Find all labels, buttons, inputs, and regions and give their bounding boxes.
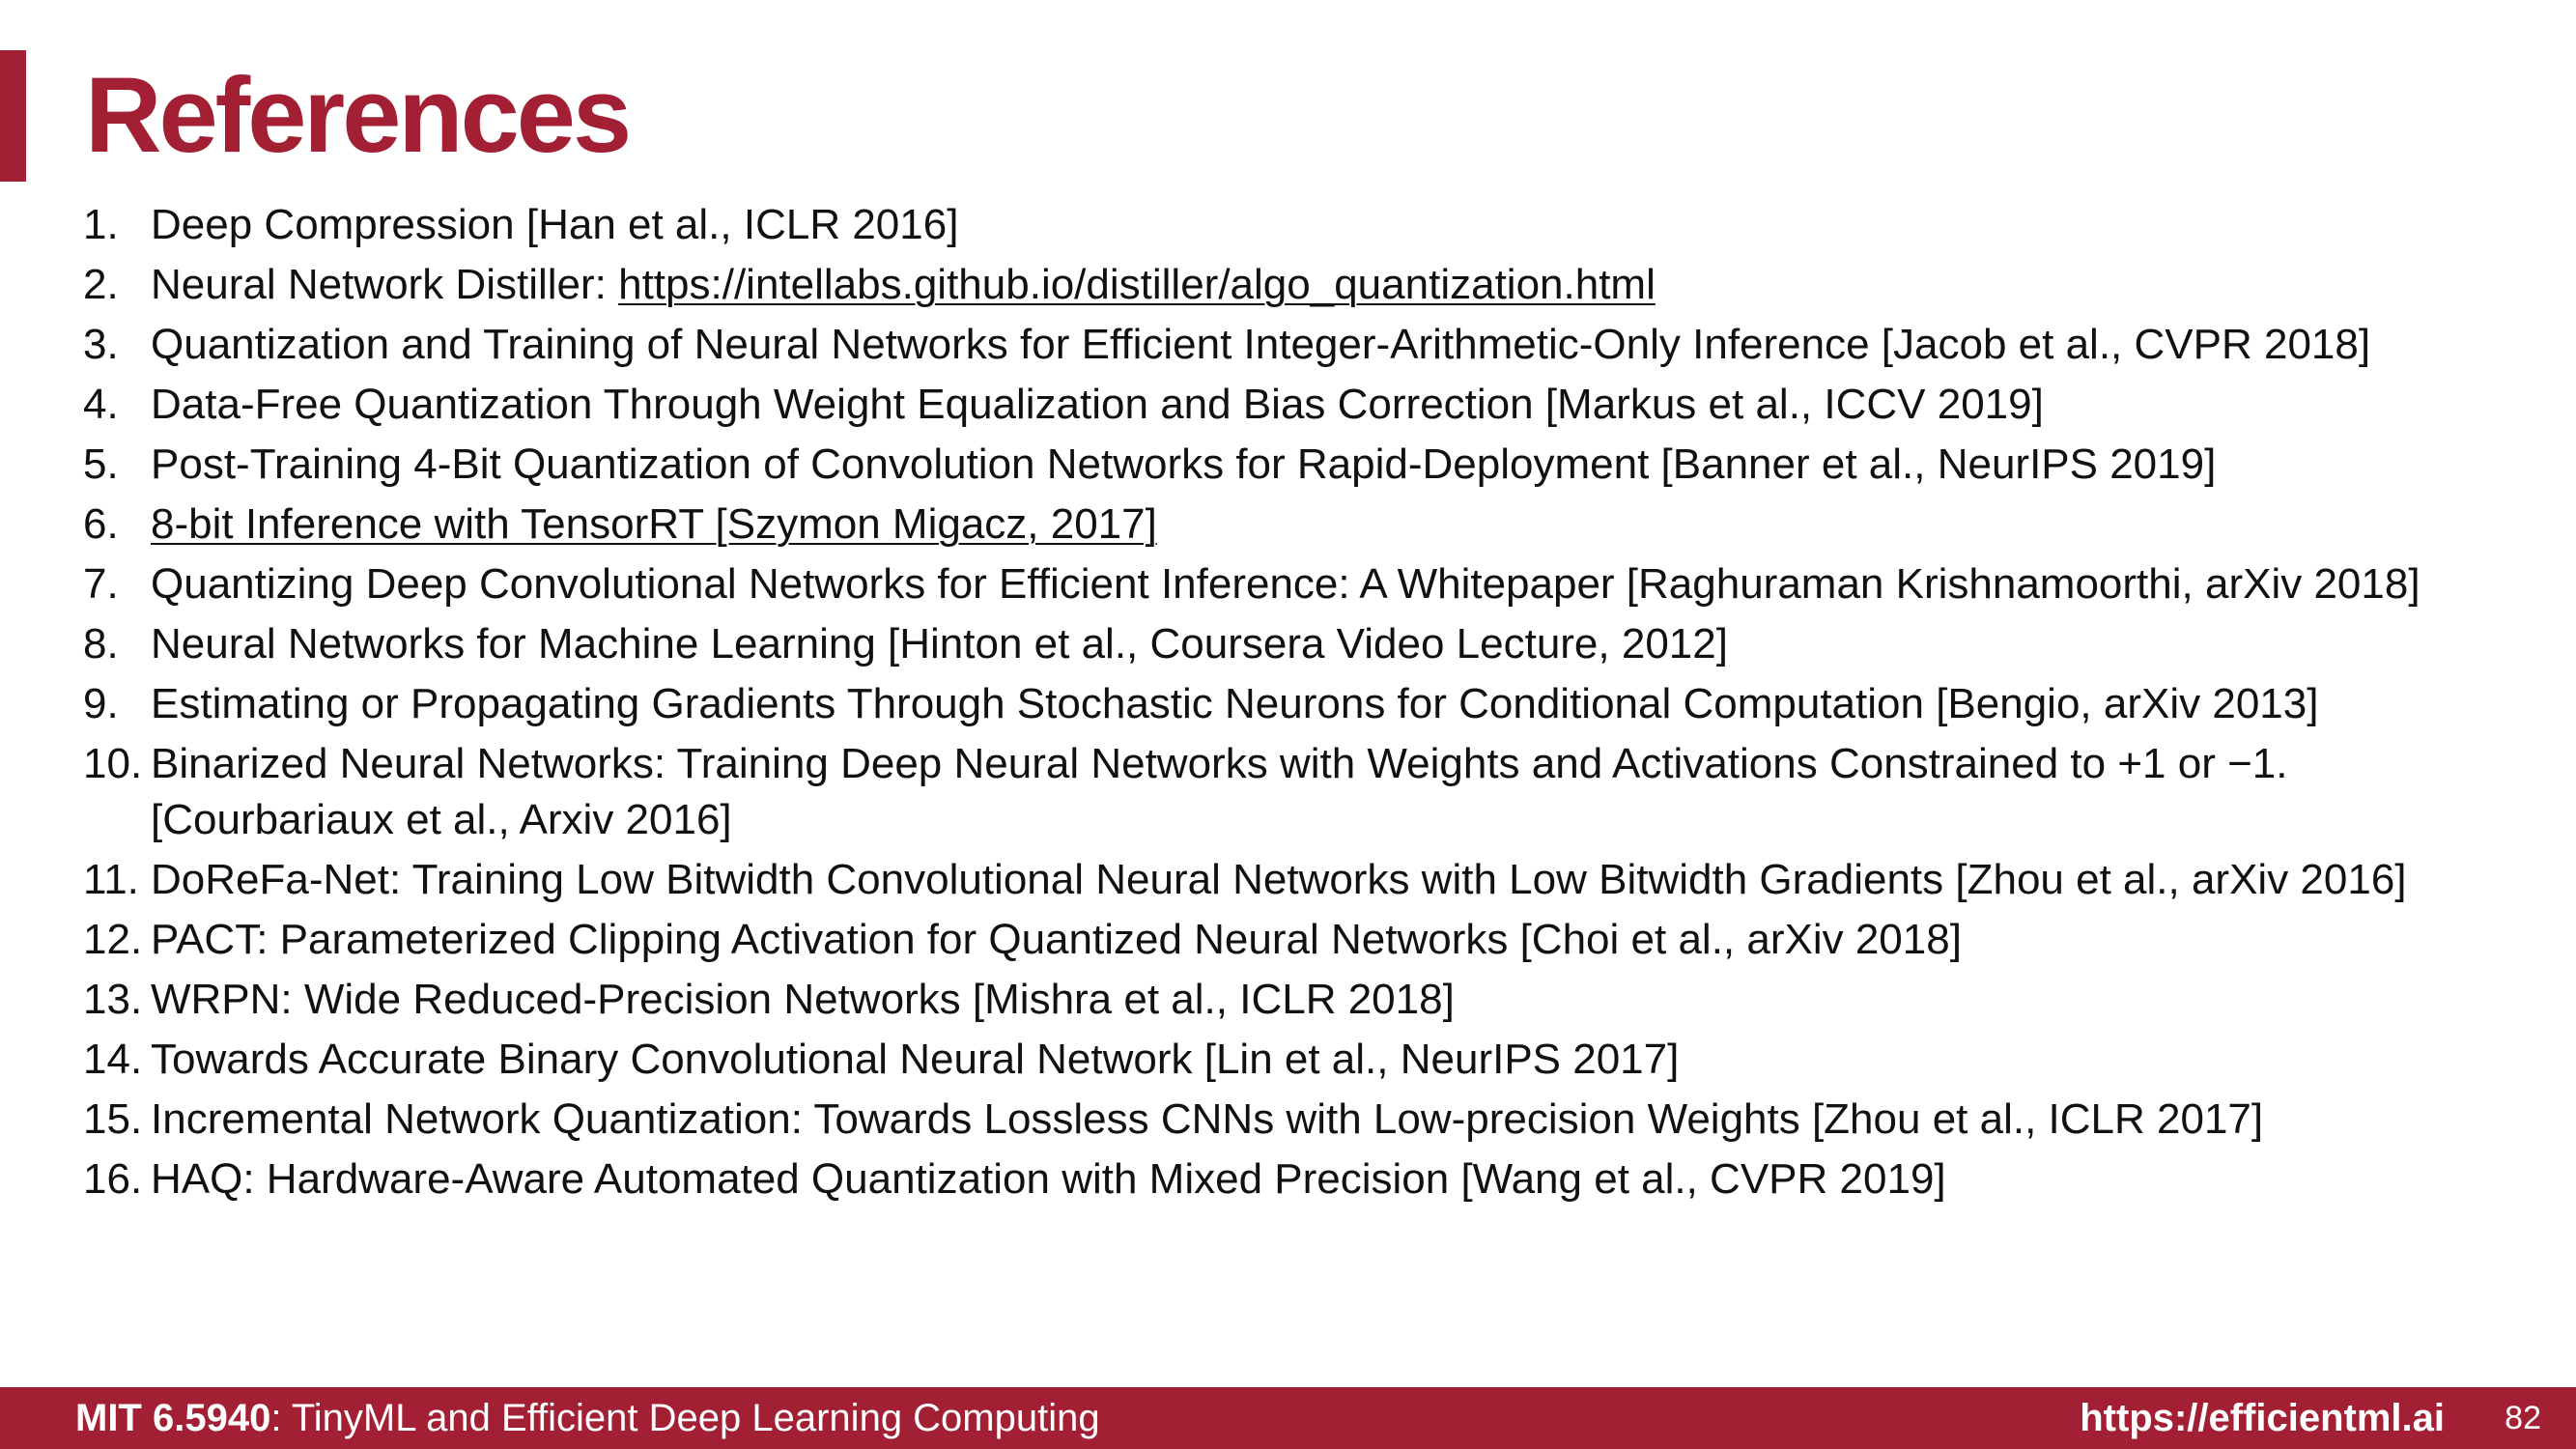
reference-text: Deep Compression [Han et al., ICLR 2016] xyxy=(151,201,958,248)
page-number: 82 xyxy=(2505,1400,2541,1436)
reference-number: 1. xyxy=(83,201,119,248)
reference-item: 3. Quantization and Training of Neural Ne… xyxy=(83,317,2498,373)
reference-text: Data-Free Quantization Through Weight Eq… xyxy=(151,381,2044,428)
reference-item: 1. Deep Compression [Han et al., ICLR 201… xyxy=(83,197,2498,253)
reference-number: 11. xyxy=(83,856,139,903)
reference-text-segment: Quantization and Training of Neural Netw… xyxy=(151,321,2371,368)
reference-text: Towards Accurate Binary Convolutional Ne… xyxy=(151,1036,1679,1083)
reference-item: 15. Incremental Network Quantization: Tow… xyxy=(83,1092,2498,1148)
page-title: References xyxy=(85,56,632,175)
course-title: : TinyML and Efficient Deep Learning Com… xyxy=(270,1397,1100,1439)
reference-number: 16. xyxy=(83,1155,143,1203)
reference-text: Binarized Neural Networks: Training Deep… xyxy=(151,740,2287,843)
reference-item: 16. HAQ: Hardware-Aware Automated Quantiz… xyxy=(83,1151,2498,1208)
reference-text-segment: HAQ: Hardware-Aware Automated Quantizati… xyxy=(151,1155,1946,1203)
reference-text-segment: WRPN: Wide Reduced-Precision Networks [M… xyxy=(151,976,1455,1023)
reference-item: 7. Quantizing Deep Convolutional Networks… xyxy=(83,556,2498,612)
reference-number: 7. xyxy=(83,560,119,608)
reference-item: 9. Estimating or Propagating Gradients Th… xyxy=(83,676,2498,732)
reference-text-segment: Incremental Network Quantization: Toward… xyxy=(151,1095,2264,1143)
reference-text: DoReFa-Net: Training Low Bitwidth Convol… xyxy=(151,856,2407,903)
footer-url-link[interactable]: https://efficientml.ai xyxy=(2080,1387,2445,1449)
reference-number: 10. xyxy=(83,740,143,787)
reference-text: Quantizing Deep Convolutional Networks f… xyxy=(151,560,2420,608)
reference-link[interactable]: https://intellabs.github.io/distiller/al… xyxy=(618,261,1656,308)
course-code: MIT 6.5940 xyxy=(75,1397,271,1439)
reference-text: Neural Networks for Machine Learning [Hi… xyxy=(151,620,1728,668)
reference-item: 6. 8-bit Inference with TensorRT [Szymon … xyxy=(83,497,2498,553)
reference-text-segment: DoReFa-Net: Training Low Bitwidth Convol… xyxy=(151,856,2407,903)
reference-item: 12. PACT: Parameterized Clipping Activati… xyxy=(83,912,2498,968)
reference-item: 2. Neural Network Distiller: https://inte… xyxy=(83,257,2498,313)
reference-item: 8. Neural Networks for Machine Learning [… xyxy=(83,616,2498,672)
reference-text: Incremental Network Quantization: Toward… xyxy=(151,1095,2263,1143)
reference-text-segment: Post-Training 4-Bit Quantization of Conv… xyxy=(151,440,2217,488)
reference-text-segment: Deep Compression [Han et al., ICLR 2016] xyxy=(151,201,959,248)
reference-text-segment: Binarized Neural Networks: Training Deep… xyxy=(151,740,2288,843)
reference-number: 9. xyxy=(83,680,119,727)
reference-text: Estimating or Propagating Gradients Thro… xyxy=(151,680,2318,727)
reference-number: 5. xyxy=(83,440,119,488)
reference-number: 6. xyxy=(83,500,119,548)
reference-text: PACT: Parameterized Clipping Activation … xyxy=(151,916,1962,963)
reference-text-segment: Data-Free Quantization Through Weight Eq… xyxy=(151,381,2044,428)
reference-item: 11. DoReFa-Net: Training Low Bitwidth Con… xyxy=(83,852,2498,908)
reference-text-segment: Towards Accurate Binary Convolutional Ne… xyxy=(151,1036,1680,1083)
reference-link[interactable]: 8-bit Inference with TensorRT [Szymon Mi… xyxy=(151,500,1157,548)
footer-bar: MIT 6.5940: TinyML and Efficient Deep Le… xyxy=(0,1387,2576,1449)
reference-number: 15. xyxy=(83,1095,143,1143)
footer-course: MIT 6.5940: TinyML and Efficient Deep Le… xyxy=(75,1387,1100,1449)
reference-text: 8-bit Inference with TensorRT [Szymon Mi… xyxy=(151,500,1157,548)
reference-text-segment: Neural Networks for Machine Learning [Hi… xyxy=(151,620,1728,668)
reference-text-segment: PACT: Parameterized Clipping Activation … xyxy=(151,916,1962,963)
title-accent-bar xyxy=(0,50,26,182)
reference-text: Quantization and Training of Neural Netw… xyxy=(151,321,2370,368)
reference-text: WRPN: Wide Reduced-Precision Networks [M… xyxy=(151,976,1455,1023)
reference-item: 14. Towards Accurate Binary Convolutional… xyxy=(83,1032,2498,1088)
reference-text: HAQ: Hardware-Aware Automated Quantizati… xyxy=(151,1155,1946,1203)
reference-item: 5. Post-Training 4-Bit Quantization of Co… xyxy=(83,437,2498,493)
reference-number: 2. xyxy=(83,261,119,308)
references-list: 1. Deep Compression [Han et al., ICLR 201… xyxy=(83,197,2498,1211)
reference-number: 4. xyxy=(83,381,119,428)
reference-text-segment: Estimating or Propagating Gradients Thro… xyxy=(151,680,2319,727)
reference-item: 13. WRPN: Wide Reduced-Precision Networks… xyxy=(83,972,2498,1028)
slide: References 1. Deep Compression [Han et al… xyxy=(0,0,2576,1449)
reference-number: 14. xyxy=(83,1036,143,1083)
reference-number: 12. xyxy=(83,916,143,963)
reference-number: 8. xyxy=(83,620,119,668)
reference-number: 13. xyxy=(83,976,143,1023)
reference-item: 4. Data-Free Quantization Through Weight … xyxy=(83,377,2498,433)
reference-text-segment: Neural Network Distiller: xyxy=(151,261,619,308)
reference-text: Post-Training 4-Bit Quantization of Conv… xyxy=(151,440,2216,488)
reference-text-segment: Quantizing Deep Convolutional Networks f… xyxy=(151,560,2420,608)
reference-number: 3. xyxy=(83,321,119,368)
reference-text: Neural Network Distiller: https://intell… xyxy=(151,261,1656,308)
reference-item: 10. Binarized Neural Networks: Training D… xyxy=(83,736,2498,848)
